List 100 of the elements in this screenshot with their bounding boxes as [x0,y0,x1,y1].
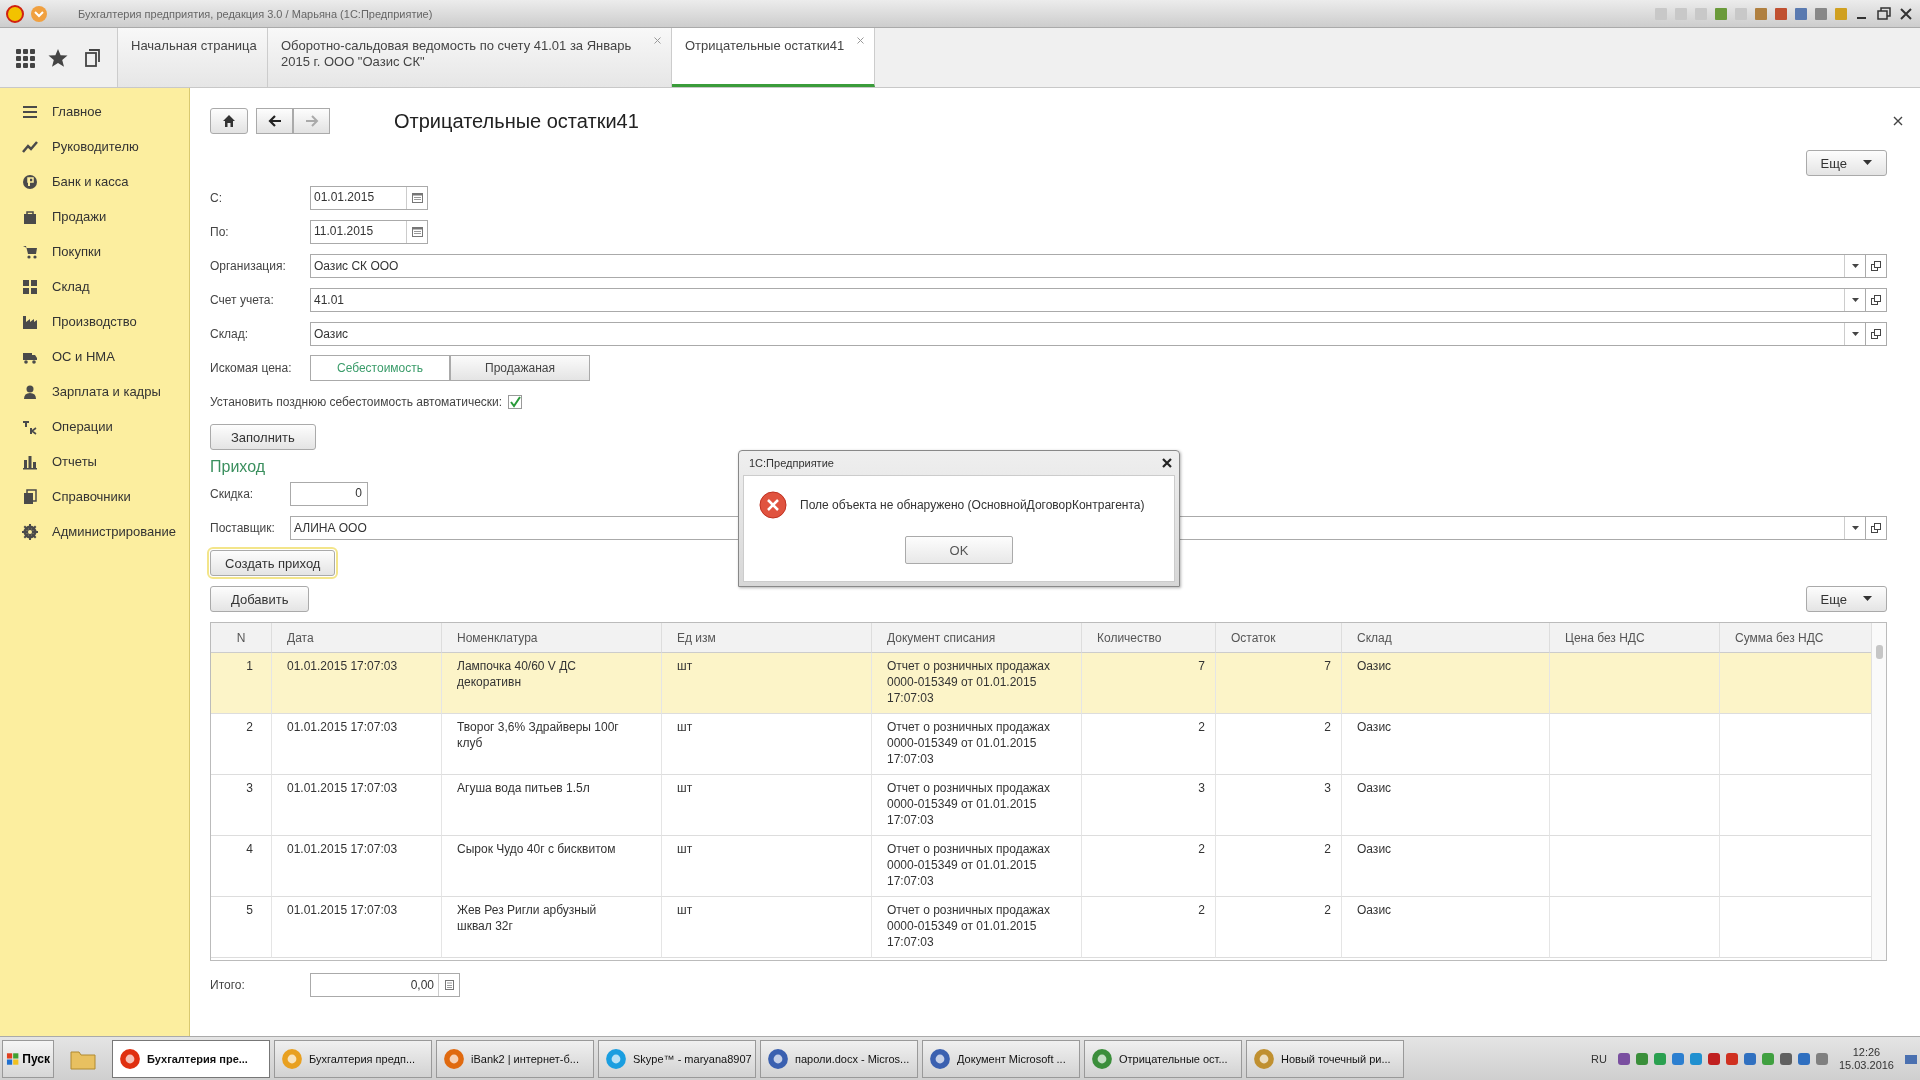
apps-grid-icon[interactable] [14,47,35,68]
taskbar-item[interactable]: Бухгалтерия предп... [274,1039,432,1078]
tab[interactable]: Оборотно-сальдовая ведомость по счету 41.01 за Январь 2015 г. ООО "Оазис СК" [268,28,672,87]
add-button[interactable]: Добавить [210,586,310,612]
sidebar-item[interactable]: Справочники [0,479,189,514]
column-header[interactable]: Документ списания [872,623,1082,653]
tray-icon[interactable] [1778,1051,1793,1066]
total-field[interactable]: 0,00 [310,973,460,997]
close-tab-icon[interactable] [654,37,661,44]
toolbar-icon[interactable] [1794,6,1808,21]
fill-button[interactable]: Заполнить [210,424,316,450]
menu-icon[interactable] [30,4,48,23]
restore-icon[interactable] [1876,5,1892,22]
dropdown-icon[interactable] [1851,264,1859,268]
sidebar-item[interactable]: Операции [0,409,189,444]
select-field[interactable]: 41.01 [310,288,1866,312]
sidebar-item[interactable]: Администрирование [0,514,189,549]
select-field[interactable]: Оазис [310,322,1866,346]
taskbar-item[interactable]: Skype™ - maryana8907 [598,1039,756,1078]
tray-icon[interactable] [1706,1051,1721,1066]
close-tab-icon[interactable] [857,37,864,44]
column-header[interactable]: Склад [1342,623,1550,653]
dialog-title: 1С:Предприятие [749,457,834,469]
dropdown-icon[interactable] [1851,298,1859,302]
column-header[interactable]: Цена без НДС [1550,623,1720,653]
toolbar-icon[interactable] [1814,6,1828,21]
books-icon [22,488,38,505]
sidebar-item[interactable]: Продажи [0,199,189,234]
field-label: Скидка: [210,487,255,501]
table-cell: Отчет о розничных продажах 0000-015349 от 01.01.2015 17:07:03 [872,836,1082,897]
select-field[interactable]: Оазис СК ООО [310,254,1866,278]
tray-icon[interactable] [1616,1051,1631,1066]
tray-icon[interactable] [1724,1051,1739,1066]
close-icon[interactable] [1898,5,1914,22]
taskbar-item[interactable]: Новый точечный ри... [1246,1039,1404,1078]
tab[interactable]: Начальная страница [118,28,268,87]
sidebar-item[interactable]: Покупки [0,234,189,269]
dropdown-icon[interactable] [1851,526,1859,530]
taskbar-item[interactable]: пароли.docx - Micros... [760,1039,918,1078]
open-icon[interactable] [1871,295,1881,305]
tray-icon[interactable] [1634,1051,1649,1066]
calendar-icon[interactable] [411,193,423,203]
tab[interactable]: Отрицательные остатки41 [672,28,875,87]
toggle-option[interactable]: Продажаная [450,355,590,381]
close-icon[interactable] [1161,457,1173,469]
home-button[interactable] [210,108,248,134]
create-button[interactable]: Создать приход [210,550,336,576]
tray-icon[interactable] [1796,1051,1811,1066]
scrollbar[interactable] [1871,623,1886,960]
sidebar-item[interactable]: Зарплата и кадры [0,374,189,409]
open-icon[interactable] [1871,523,1881,533]
taskbar-item[interactable]: Документ Microsoft ... [922,1039,1080,1078]
ok-button[interactable]: OK [905,536,1013,564]
history-icon[interactable] [82,47,103,68]
tray-icon[interactable] [1742,1051,1757,1066]
sidebar-item[interactable]: Склад [0,269,189,304]
taskbar-item[interactable]: Бухгалтерия пре... [112,1039,270,1078]
taskbar-item[interactable]: Отрицательные ост... [1084,1039,1242,1078]
tray-icon[interactable] [1688,1051,1703,1066]
toggle-option[interactable]: Себестоимость [310,355,450,381]
toolbar-icon[interactable] [1714,6,1728,21]
language-indicator[interactable]: RU [1591,1052,1607,1065]
tray-icon[interactable] [1652,1051,1667,1066]
date-field[interactable]: 01.01.2015 [310,186,428,210]
column-header[interactable]: Номенклатура [442,623,662,653]
more-button[interactable]: Еще [1805,586,1887,612]
start-button[interactable]: Пуск [2,1039,54,1078]
more-button[interactable]: Еще [1805,150,1887,176]
star-icon[interactable] [48,47,69,68]
dropdown-icon[interactable] [1851,332,1859,336]
column-header[interactable]: Количество [1082,623,1216,653]
sidebar-item[interactable]: Главное [0,94,189,129]
column-header[interactable]: Остаток [1216,623,1342,653]
column-header[interactable]: Ед изм [662,623,872,653]
number-field[interactable]: 0 [290,482,368,506]
calculator-icon[interactable] [443,980,455,990]
sidebar-item[interactable]: Отчеты [0,444,189,479]
sidebar-item[interactable]: Руководителю [0,129,189,164]
toolbar-icon[interactable] [1774,6,1788,21]
checkbox[interactable] [508,395,523,409]
back-button[interactable] [256,108,293,134]
column-header[interactable]: Сумма без НДС [1720,623,1872,653]
sidebar-item[interactable]: ОС и НМА [0,339,189,374]
sidebar-item[interactable]: Банк и касса [0,164,189,199]
open-icon[interactable] [1871,261,1881,271]
close-icon[interactable] [1893,116,1903,126]
tray-icon[interactable] [1814,1051,1829,1066]
sidebar-item[interactable]: Производство [0,304,189,339]
tray-icon[interactable] [1670,1051,1685,1066]
open-icon[interactable] [1871,329,1881,339]
tray-icon[interactable] [1760,1051,1775,1066]
date-field[interactable]: 11.01.2015 [310,220,428,244]
toolbar-icon[interactable] [1754,6,1768,21]
column-header[interactable]: Дата [272,623,442,653]
taskbar-item[interactable]: iBank2 | интернет-б... [436,1039,594,1078]
column-header[interactable]: N [211,623,272,653]
clock[interactable]: 12:26 15.03.2016 [1838,1045,1894,1072]
app-logo-icon [6,4,24,23]
toolbar-icon[interactable] [1834,6,1848,21]
calendar-icon[interactable] [411,227,423,237]
